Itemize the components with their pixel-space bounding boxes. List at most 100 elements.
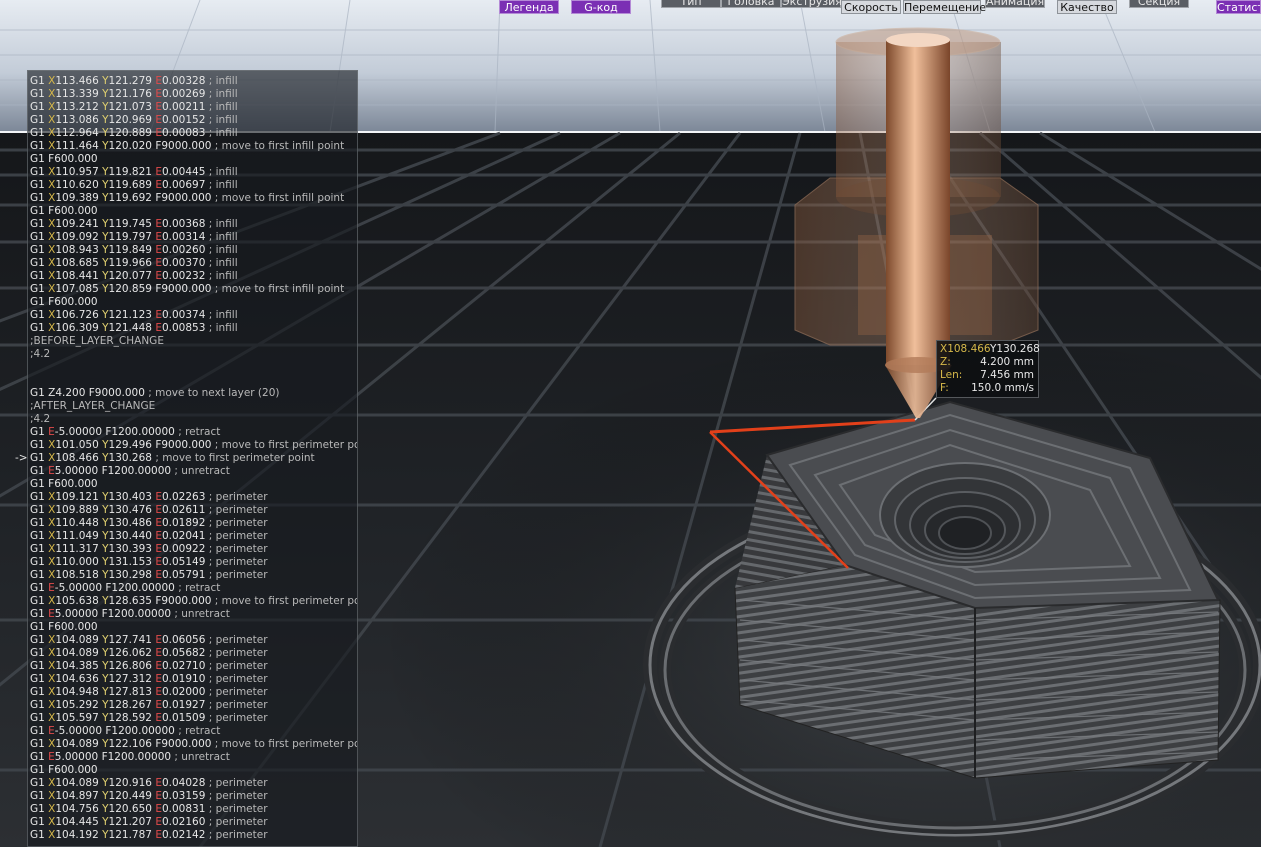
gcode-comment: ; infill (208, 244, 238, 256)
gcode-line[interactable]: G1 X111.049 Y130.440 E0.02041 ; perimete… (30, 530, 268, 543)
gcode-line[interactable]: G1 E-5.00000 F1200.00000 ; retract (30, 725, 220, 738)
gcode-line[interactable]: G1 X109.121 Y130.403 E0.02263 ; perimete… (30, 491, 268, 504)
gcode-line[interactable]: G1 F600.000 (30, 478, 101, 491)
gcode-line[interactable]: G1 E5.00000 F1200.00000 ; unretract (30, 751, 230, 764)
gcode-e-value: 0.00853 (161, 322, 209, 334)
gcode-command: G1 (30, 101, 49, 113)
gcode-line[interactable]: G1 F600.000 (30, 764, 101, 777)
gcode-line[interactable]: G1 X105.638 Y128.635 F9000.000 ; move to… (30, 595, 357, 608)
gcode-x: X109.241 (48, 218, 102, 230)
gcode-line[interactable]: G1 X108.441 Y120.077 E0.00232 ; infill (30, 270, 238, 283)
gcode-line[interactable]: G1 X104.089 Y126.062 E0.05682 ; perimete… (30, 647, 268, 660)
gcode-e-axis: E (155, 75, 162, 87)
gcode-line[interactable]: G1 X104.445 Y121.207 E0.02160 ; perimete… (30, 816, 268, 829)
tab-speed[interactable]: Скорость (841, 0, 901, 14)
tab-animation[interactable]: Анимация (985, 0, 1045, 8)
tab-type[interactable]: Тип (661, 0, 721, 8)
gcode-line[interactable]: G1 F600.000 (30, 296, 101, 309)
gcode-x: X104.192 (48, 829, 102, 841)
gcode-y-value: 119.745 (108, 218, 156, 230)
gcode-line[interactable]: G1 X111.464 Y120.020 F9000.000 ; move to… (30, 140, 344, 153)
gcode-comment: ; infill (208, 257, 238, 269)
gcode-x: X110.620 (48, 179, 102, 191)
tab-extrusion[interactable]: Экструзия (781, 0, 842, 8)
gcode-line[interactable]: G1 X113.339 Y121.176 E0.00269 ; infill (30, 88, 238, 101)
gcode-x: X104.385 (48, 660, 102, 672)
gcode-e-value: 0.00445 (161, 166, 209, 178)
gcode-y-value: 128.635 (108, 595, 156, 607)
gcode-line[interactable]: G1 X104.385 Y126.806 E0.02710 ; perimete… (30, 660, 268, 673)
gcode-line[interactable]: G1 E-5.00000 F1200.00000 ; retract (30, 426, 220, 439)
gcode-y-value: 119.849 (108, 244, 156, 256)
gcode-x: X109.121 (48, 491, 102, 503)
gcode-line[interactable]: G1 X104.756 Y120.650 E0.00831 ; perimete… (30, 803, 268, 816)
gcode-line[interactable]: G1 X104.192 Y121.787 E0.02142 ; perimete… (30, 829, 268, 842)
gcode-line[interactable]: G1 X111.317 Y130.393 E0.00922 ; perimete… (30, 543, 268, 556)
gcode-command: G1 (30, 634, 49, 646)
gcode-line[interactable]: G1 X104.089 Y120.916 E0.04028 ; perimete… (30, 777, 268, 790)
gcode-line[interactable]: G1 F600.000 (30, 153, 101, 166)
gcode-line[interactable]: G1 X110.620 Y119.689 E0.00697 ; infill (30, 179, 238, 192)
gcode-line[interactable]: G1 X108.943 Y119.849 E0.00260 ; infill (30, 244, 238, 257)
gcode-x-value: 104.636 (55, 673, 103, 685)
gcode-line[interactable]: G1 X105.597 Y128.592 E0.01509 ; perimete… (30, 712, 268, 725)
gcode-line[interactable]: G1 X101.050 Y129.496 F9000.000 ; move to… (30, 439, 357, 452)
gcode-line[interactable]: ;4.2 (30, 348, 50, 361)
gcode-line[interactable]: G1 X105.292 Y128.267 E0.01927 ; perimete… (30, 699, 268, 712)
gcode-line[interactable]: G1 E5.00000 F1200.00000 ; unretract (30, 608, 230, 621)
gcode-line[interactable]: G1 X109.241 Y119.745 E0.00368 ; infill (30, 218, 238, 231)
gcode-command: G1 (30, 114, 49, 126)
gcode-comment: ; perimeter (208, 660, 268, 672)
gcode-line[interactable]: G1 X104.089 Y127.741 E0.06056 ; perimete… (30, 634, 268, 647)
gcode-e-axis: E (155, 127, 162, 139)
gcode-line[interactable]: G1 X109.389 Y119.692 F9000.000 ; move to… (30, 192, 344, 205)
tab-travel[interactable]: Перемещение (903, 0, 986, 14)
tab-quality[interactable]: Качество (1057, 0, 1117, 14)
gcode-line[interactable]: ;4.2 (30, 413, 50, 426)
gcode-line[interactable]: G1 X113.212 Y121.073 E0.00211 ; infill (30, 101, 238, 114)
gcode-line[interactable]: G1 X108.466 Y130.268 ; move to first per… (30, 452, 315, 465)
gcode-e-axis: E (155, 634, 162, 646)
gcode-line[interactable]: G1 E5.00000 F1200.00000 ; unretract (30, 465, 230, 478)
gcode-command: G1 (30, 621, 49, 633)
gcode-line[interactable]: ;BEFORE_LAYER_CHANGE (30, 335, 164, 348)
gcode-line[interactable]: G1 X104.897 Y120.449 E0.03159 ; perimete… (30, 790, 268, 803)
gcode-e: E0.00260 (155, 244, 208, 256)
gcode-line[interactable]: G1 X113.466 Y121.279 E0.00328 ; infill (30, 75, 238, 88)
tab-section[interactable]: Секция (1129, 0, 1189, 8)
gcode-line[interactable]: ;AFTER_LAYER_CHANGE (30, 400, 155, 413)
gcode-line[interactable]: G1 X107.085 Y120.859 F9000.000 ; move to… (30, 283, 344, 296)
gcode-line[interactable]: G1 X104.089 Y122.106 F9000.000 ; move to… (30, 738, 357, 751)
gcode-line[interactable]: G1 X110.957 Y119.821 E0.00445 ; infill (30, 166, 238, 179)
tab-legend[interactable]: Легенда (499, 0, 559, 14)
tab-head[interactable]: Головка (721, 0, 781, 8)
gcode-line[interactable]: G1 X110.000 Y131.153 E0.05149 ; perimete… (30, 556, 268, 569)
gcode-y: Y121.123 (102, 309, 155, 321)
gcode-line[interactable]: G1 X109.889 Y130.476 E0.02611 ; perimete… (30, 504, 268, 517)
gcode-params: F600.000 (48, 296, 101, 308)
gcode-y: Y119.821 (102, 166, 155, 178)
gcode-line[interactable]: G1 X106.309 Y121.448 E0.00853 ; infill (30, 322, 238, 335)
gcode-x: X112.964 (48, 127, 102, 139)
gcode-line[interactable]: G1 E-5.00000 F1200.00000 ; retract (30, 582, 220, 595)
gcode-line[interactable]: G1 X110.448 Y130.486 E0.01892 ; perimete… (30, 517, 268, 530)
gcode-x-value: 113.086 (55, 114, 103, 126)
gcode-line[interactable]: G1 X112.964 Y120.889 E0.00083 ; infill (30, 127, 238, 140)
gcode-line[interactable]: G1 X108.685 Y119.966 E0.00370 ; infill (30, 257, 238, 270)
gcode-command: G1 (30, 166, 49, 178)
gcode-line[interactable]: G1 F600.000 (30, 621, 101, 634)
tab-statistics[interactable]: Статист (1216, 0, 1261, 14)
gcode-e-axis: E (155, 790, 162, 802)
gcode-line[interactable]: G1 X104.948 Y127.813 E0.02000 ; perimete… (30, 686, 268, 699)
gcode-line[interactable]: G1 Z4.200 F9000.000 ; move to next layer… (30, 387, 279, 400)
gcode-line[interactable]: G1 F600.000 (30, 205, 101, 218)
gcode-line[interactable]: G1 X113.086 Y120.969 E0.00152 ; infill (30, 114, 238, 127)
gcode-line[interactable]: G1 X109.092 Y119.797 E0.00314 ; infill (30, 231, 238, 244)
gcode-e-axis: E (155, 660, 162, 672)
gcode-panel[interactable]: G1 X113.466 Y121.279 E0.00328 ; infill G1… (27, 70, 358, 847)
tab-gcode[interactable]: G-код (571, 0, 631, 14)
gcode-y: Y128.592 (102, 712, 155, 724)
gcode-line[interactable]: G1 X104.636 Y127.312 E0.01910 ; perimete… (30, 673, 268, 686)
gcode-line[interactable]: G1 X108.518 Y130.298 E0.05791 ; perimete… (30, 569, 268, 582)
gcode-line[interactable]: G1 X106.726 Y121.123 E0.00374 ; infill (30, 309, 238, 322)
